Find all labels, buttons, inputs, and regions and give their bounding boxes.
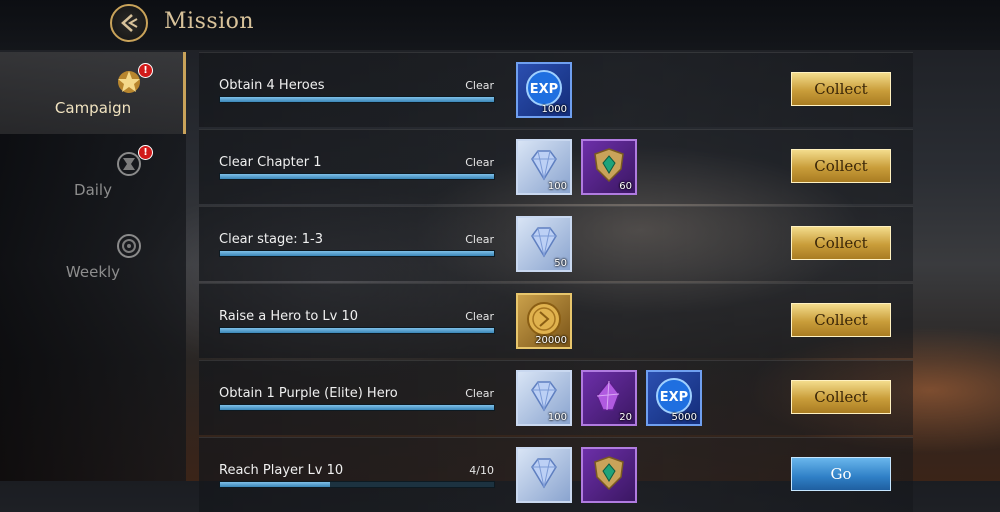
diamond-icon xyxy=(531,150,557,181)
progress-fill xyxy=(220,405,494,410)
tab-weekly[interactable]: Weekly xyxy=(0,216,186,298)
reward-item[interactable]: 20 xyxy=(581,370,637,426)
reward-item[interactable]: 20000 xyxy=(516,293,572,349)
mission-status: Clear xyxy=(465,310,494,323)
mission-status: Clear xyxy=(465,387,494,400)
reward-count: 20000 xyxy=(535,335,567,346)
reward-count: 20 xyxy=(619,412,632,423)
reward-item[interactable]: EXP 5000 xyxy=(646,370,702,426)
diamond-icon xyxy=(531,458,557,489)
go-button[interactable]: Go xyxy=(791,457,891,491)
alert-badge: ! xyxy=(138,145,153,160)
collect-button[interactable]: Collect xyxy=(791,149,891,183)
mission-status: Clear xyxy=(465,156,494,169)
tab-campaign[interactable]: ! Campaign xyxy=(0,52,186,134)
progress-fill xyxy=(220,482,330,487)
progress-bar xyxy=(219,96,495,103)
exp-icon: EXP xyxy=(526,70,562,106)
reward-item[interactable]: 100 xyxy=(516,370,572,426)
mission-row: Clear Chapter 1 Clear 100 60 Collect xyxy=(199,129,913,204)
progress-fill xyxy=(220,97,494,102)
mission-row: Clear stage: 1-3 Clear 50 Collect xyxy=(199,206,913,281)
shield-emblem-icon xyxy=(594,456,624,491)
svg-text:EXP: EXP xyxy=(660,390,688,405)
reward-item[interactable] xyxy=(581,447,637,503)
header-bar: Mission xyxy=(0,0,1000,50)
progress-fill xyxy=(220,174,494,179)
reward-item[interactable] xyxy=(516,447,572,503)
reward-item[interactable]: 50 xyxy=(516,216,572,272)
back-arrow-icon xyxy=(121,14,138,32)
tab-label: Daily xyxy=(74,181,112,199)
reward-count: 5000 xyxy=(671,412,697,423)
reward-item[interactable]: EXP 1000 xyxy=(516,62,572,118)
tab-label: Weekly xyxy=(65,263,121,281)
progress-bar xyxy=(219,173,495,180)
mission-row: Obtain 4 Heroes Clear EXP 1000 Collect xyxy=(199,52,913,127)
sidebar: ! Campaign ! Daily Weekly xyxy=(0,52,186,481)
mission-row: Obtain 1 Purple (Elite) Hero Clear 100 2… xyxy=(199,360,913,435)
progress-fill xyxy=(220,328,494,333)
shield-emblem-icon xyxy=(594,148,624,183)
reward-count: 1000 xyxy=(541,104,567,115)
collect-button[interactable]: Collect xyxy=(791,72,891,106)
purple-crystal-icon xyxy=(596,379,620,411)
mission-status: 4/10 xyxy=(469,464,494,477)
mission-title: Clear stage: 1-3 xyxy=(219,232,323,247)
mission-title: Obtain 4 Heroes xyxy=(219,78,325,93)
mission-status: Clear xyxy=(465,233,494,246)
tab-daily[interactable]: ! Daily xyxy=(0,134,186,216)
back-button[interactable] xyxy=(110,4,148,42)
progress-bar xyxy=(219,250,495,257)
reward-item[interactable]: 100 xyxy=(516,139,572,195)
collect-button[interactable]: Collect xyxy=(791,226,891,260)
progress-bar xyxy=(219,481,495,488)
mission-title: Clear Chapter 1 xyxy=(219,155,322,170)
progress-bar xyxy=(219,327,495,334)
gold-coin-icon xyxy=(527,302,561,336)
mission-row: Reach Player Lv 10 4/10 Go xyxy=(199,437,913,512)
mission-title: Obtain 1 Purple (Elite) Hero xyxy=(219,386,398,401)
diamond-icon xyxy=(531,381,557,412)
mission-title: Raise a Hero to Lv 10 xyxy=(219,309,359,324)
progress-fill xyxy=(220,251,494,256)
collect-button[interactable]: Collect xyxy=(791,380,891,414)
progress-bar xyxy=(219,404,495,411)
reward-count: 100 xyxy=(547,181,567,192)
mission-status: Clear xyxy=(465,79,494,92)
diamond-icon xyxy=(531,227,557,258)
mission-row: Raise a Hero to Lv 10 Clear 20000 Collec… xyxy=(199,283,913,358)
exp-icon: EXP xyxy=(656,378,692,414)
reward-count: 50 xyxy=(554,258,567,269)
reward-count: 100 xyxy=(547,412,567,423)
page-title: Mission xyxy=(164,9,255,34)
reward-item[interactable]: 60 xyxy=(581,139,637,195)
mission-title: Reach Player Lv 10 xyxy=(219,463,344,478)
svg-text:EXP: EXP xyxy=(530,82,558,97)
collect-button[interactable]: Collect xyxy=(791,303,891,337)
weekly-emblem-icon xyxy=(117,234,141,258)
reward-count: 60 xyxy=(619,181,632,192)
alert-badge: ! xyxy=(138,63,153,78)
tab-label: Campaign xyxy=(54,99,132,117)
